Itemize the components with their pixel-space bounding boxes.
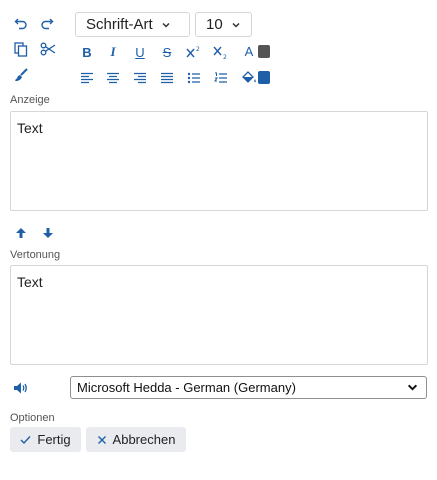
vertonung-editor[interactable]: Text [10,265,428,365]
subscript-icon[interactable]: 2 [212,43,230,61]
svg-text:2: 2 [223,54,227,59]
done-button-label: Fertig [37,432,71,447]
bold-button[interactable]: B [78,43,96,61]
vertonung-text: Text [17,274,43,290]
align-left-icon[interactable] [78,69,96,87]
scissors-icon[interactable] [38,40,58,58]
close-icon [97,435,107,445]
underline-button[interactable]: U [131,43,149,61]
cancel-button[interactable]: Abbrechen [86,427,186,452]
justify-icon[interactable] [158,69,176,87]
check-icon [20,435,31,445]
align-center-icon[interactable] [104,69,122,87]
svg-text:2: 2 [196,46,200,53]
options-label: Optionen [10,412,55,424]
text-color-button[interactable]: A [240,42,258,60]
font-family-dropdown[interactable]: Schrift-Art [75,12,190,37]
italic-button[interactable]: I [104,43,122,61]
numbered-list-icon[interactable] [212,69,230,87]
vertonung-label: Vertonung [10,249,61,261]
font-size-dropdown[interactable]: 10 [195,12,252,37]
superscript-icon[interactable]: 2 [185,43,203,61]
undo-icon[interactable] [12,14,30,32]
chevron-down-icon [231,20,241,30]
chevron-down-icon [407,382,418,393]
cancel-button-label: Abbrechen [112,432,176,447]
anzeige-editor[interactable]: Text [10,111,428,211]
text-color-swatch[interactable] [258,45,270,58]
redo-icon[interactable] [38,14,56,32]
done-button[interactable]: Fertig [10,427,81,452]
brush-icon[interactable] [12,66,30,84]
fill-color-swatch[interactable] [258,71,270,84]
anzeige-label: Anzeige [10,94,50,106]
arrow-down-icon[interactable] [40,225,56,241]
bullet-list-icon[interactable] [185,69,203,87]
font-size-value: 10 [206,16,223,33]
align-right-icon[interactable] [131,69,149,87]
font-family-value: Schrift-Art [86,16,153,33]
voice-select-value: Microsoft Hedda - German (Germany) [77,380,296,395]
strikethrough-button[interactable]: S [158,43,176,61]
arrow-up-icon[interactable] [13,225,29,241]
voice-select[interactable]: Microsoft Hedda - German (Germany) [70,376,427,399]
copy-icon[interactable] [12,40,30,58]
anzeige-text: Text [17,120,43,136]
speaker-icon[interactable] [12,379,30,397]
chevron-down-icon [161,20,171,30]
paint-bucket-icon[interactable] [240,69,258,87]
